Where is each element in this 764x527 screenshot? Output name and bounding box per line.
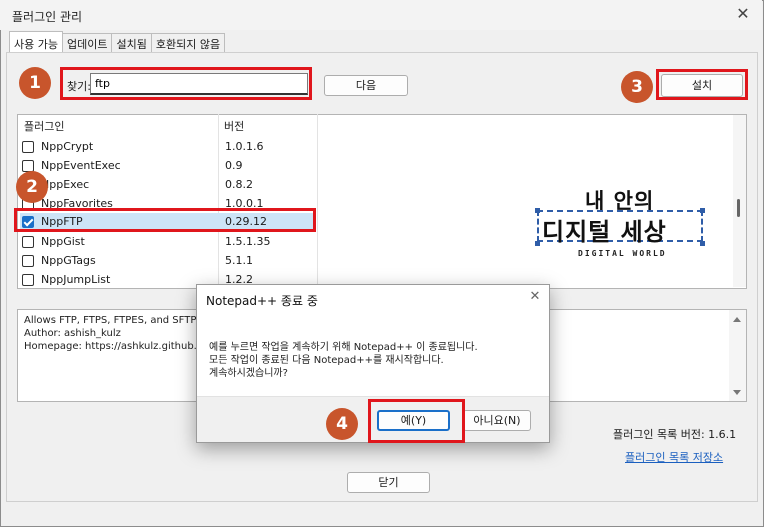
plugin-list-version: 플러그인 목록 버전: 1.6.1 (613, 428, 737, 441)
highlight-install-button (656, 69, 748, 100)
plugin-list-scrollbar[interactable] (733, 115, 746, 287)
dialog-title: Notepad++ 종료 중 (206, 294, 318, 308)
title-bar (0, 0, 762, 30)
window-title: 플러그인 관리 (12, 10, 83, 24)
close-button[interactable]: 닫기 (347, 472, 430, 493)
highlight-search-box (60, 67, 312, 100)
scroll-up-icon[interactable] (733, 317, 741, 322)
plugin-name: NppJumpList (41, 273, 111, 286)
next-button[interactable]: 다음 (324, 75, 408, 96)
dialog-message-line: 계속하시겠습니까? (209, 368, 288, 379)
step-badge-1: 1 (19, 67, 51, 99)
description-line: Homepage: https://ashkulz.github.io (24, 341, 206, 352)
logo-corner-mark (700, 241, 705, 246)
tab-available[interactable]: 사용 가능 (9, 31, 63, 52)
plugin-row-nppgtags[interactable]: NppGTags 5.1.1 (20, 252, 315, 270)
column-divider (317, 114, 318, 288)
logo-corner-mark (700, 208, 705, 213)
logo-sub-text: DIGITAL WORLD (578, 249, 667, 258)
tab-incompatible[interactable]: 호환되지 않음 (150, 33, 226, 52)
column-header-plugin[interactable]: 플러그인 (24, 118, 64, 134)
highlight-yes-button (368, 399, 465, 443)
plugin-version: 0.8.2 (225, 178, 253, 191)
plugin-row-nppeventexec[interactable]: NppEventExec 0.9 (20, 157, 315, 175)
dialog-close-button[interactable]: ✕ (527, 289, 543, 305)
plugin-name: NppGist (41, 235, 85, 248)
column-header-version[interactable]: 버전 (224, 118, 244, 134)
plugin-name: NppCrypt (41, 140, 94, 153)
logo-main-box: 디지털 세상 (537, 210, 703, 246)
tab-updates[interactable]: 업데이트 (61, 33, 113, 52)
logo-main-text: 디지털 세상 (542, 218, 667, 246)
tab-bar: 사용 가능 업데이트 설치됨 호환되지 않음 (9, 31, 226, 53)
plugin-checkbox[interactable] (22, 274, 34, 286)
plugin-row-nppgist[interactable]: NppGist 1.5.1.35 (20, 233, 315, 251)
plugin-checkbox[interactable] (22, 255, 34, 267)
logo-corner-mark (535, 208, 540, 213)
plugin-version: 1.5.1.35 (225, 235, 271, 248)
digital-world-logo: 내 안의 디지털 세상 DIGITAL WORLD (535, 185, 710, 265)
plugin-row-nppcrypt[interactable]: NppCrypt 1.0.1.6 (20, 138, 315, 156)
step-badge-3: 3 (621, 71, 653, 103)
description-line: Allows FTP, FTPS, FTPES, and SFTP (24, 315, 197, 326)
plugin-list-repository-link[interactable]: 플러그인 목록 저장소 (625, 449, 723, 465)
no-button[interactable]: 아니요(N) (463, 410, 531, 431)
plugin-name: NppGTags (41, 254, 96, 267)
highlight-nppftp-row (14, 208, 316, 232)
logo-corner-mark (535, 241, 540, 246)
plugin-version: 1.0.1.6 (225, 140, 264, 153)
plugin-row-nppexec[interactable]: NppExec 0.8.2 (20, 176, 315, 194)
plugin-version: 5.1.1 (225, 254, 253, 267)
plugin-checkbox[interactable] (22, 141, 34, 153)
tab-installed[interactable]: 설치됨 (111, 33, 152, 52)
scroll-down-icon[interactable] (733, 390, 741, 395)
description-line: Author: ashish_kulz (24, 328, 121, 339)
step-badge-2: 2 (16, 171, 48, 203)
scrollbar-thumb[interactable] (737, 199, 740, 217)
plugin-name: NppExec (41, 178, 90, 191)
description-scrollbar[interactable] (729, 310, 746, 401)
plugin-checkbox[interactable] (22, 236, 34, 248)
step-badge-4: 4 (326, 408, 358, 440)
window-close-button[interactable]: ✕ (733, 4, 753, 24)
plugin-version: 0.9 (225, 159, 243, 172)
plugin-name: NppEventExec (41, 159, 121, 172)
